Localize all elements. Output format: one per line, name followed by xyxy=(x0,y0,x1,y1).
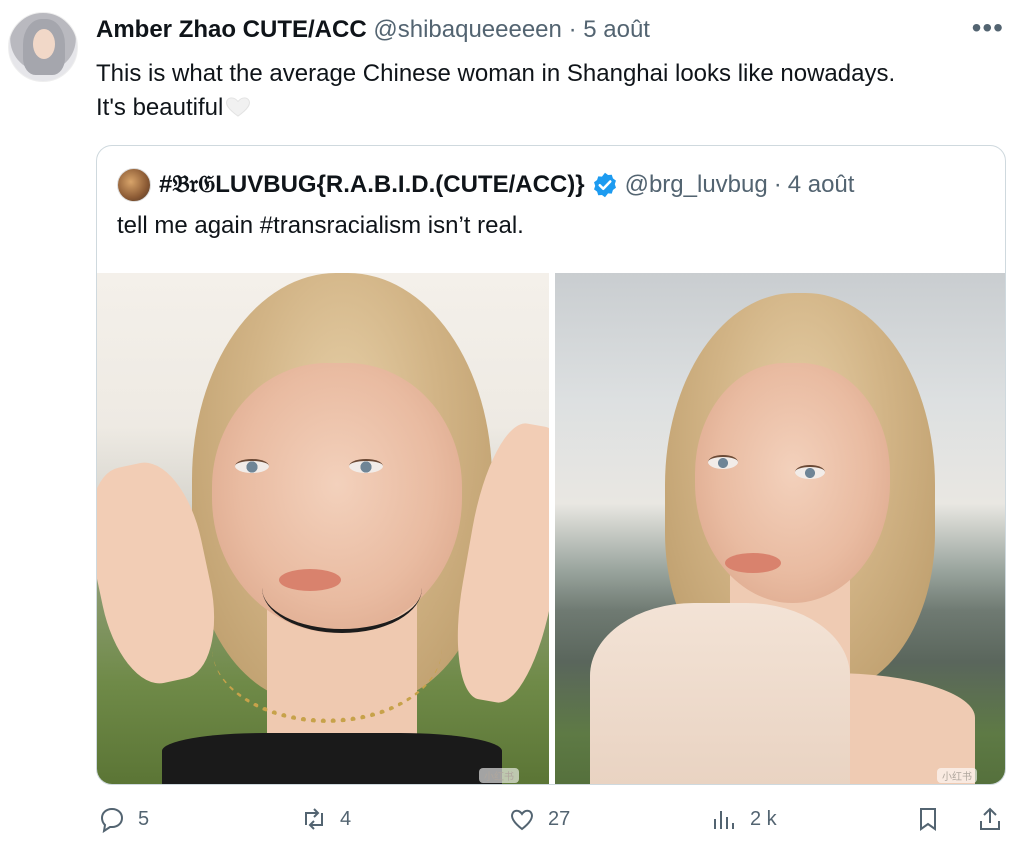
dark-top xyxy=(162,733,502,784)
views-count: 2 k xyxy=(750,807,777,830)
retweet-button[interactable]: 4 xyxy=(300,805,351,833)
author-name[interactable]: Amber Zhao CUTE/ACC xyxy=(96,16,367,43)
reply-button[interactable]: 5 xyxy=(98,805,149,833)
tweet-header: Amber Zhao CUTE/ACC @shibaqueeeeen · 5 a… xyxy=(96,14,650,46)
tweet-action-bar: 5 4 27 2 k xyxy=(0,805,1024,845)
tweet-date[interactable]: 5 août xyxy=(583,16,650,43)
avatar-face xyxy=(33,29,55,59)
quoted-photo-right[interactable]: 小红书 xyxy=(555,273,1005,784)
quoted-author-name[interactable]: #𝔅𝔯𝔊LUVBUG{R.A.B.I.D.(CUTE/ACC)} xyxy=(159,169,585,201)
retweet-count: 4 xyxy=(340,807,352,830)
lips xyxy=(725,553,781,573)
share-button[interactable] xyxy=(976,805,1004,833)
left-eye xyxy=(235,459,269,473)
tweet-text: This is what the average Chinese woman i… xyxy=(96,57,1006,125)
header-separator: · xyxy=(568,16,577,43)
bookmark-icon xyxy=(920,808,936,831)
retweet-icon xyxy=(305,808,323,830)
face xyxy=(695,363,890,603)
tweet-text-line2-container: It's beautiful xyxy=(96,91,1006,125)
quoted-author-avatar[interactable] xyxy=(117,168,151,202)
left-eye xyxy=(708,455,738,469)
bookmark-button[interactable] xyxy=(914,805,942,833)
quoted-photo-left[interactable]: 小红书 xyxy=(97,273,549,784)
quoted-author-handle[interactable]: @brg_luvbug xyxy=(625,169,768,201)
like-count: 27 xyxy=(548,807,571,830)
quoted-header-separator: · xyxy=(773,171,782,198)
photo-watermark: 小红书 xyxy=(479,768,519,783)
halter-dress xyxy=(590,603,850,784)
more-options-icon[interactable]: ••• xyxy=(972,12,1004,44)
heart-icon xyxy=(511,809,533,831)
tweet-text-line1: This is what the average Chinese woman i… xyxy=(96,60,896,87)
views-chart-icon xyxy=(714,811,734,829)
right-eye xyxy=(349,459,383,473)
author-handle[interactable]: @shibaqueeeeen xyxy=(373,16,562,43)
right-eye xyxy=(795,465,825,479)
quoted-tweet-date[interactable]: 4 août xyxy=(788,169,855,201)
views-button[interactable]: 2 k xyxy=(710,805,777,833)
share-icon xyxy=(980,807,1000,830)
tweet-text-line2: It's beautiful xyxy=(96,94,224,121)
chain-necklace xyxy=(212,573,442,723)
quoted-tweet-header: #𝔅𝔯𝔊LUVBUG{R.A.B.I.D.(CUTE/ACC)} @brg_lu… xyxy=(117,168,854,202)
quoted-tweet-card[interactable]: #𝔅𝔯𝔊LUVBUG{R.A.B.I.D.(CUTE/ACC)} @brg_lu… xyxy=(96,145,1006,785)
verified-badge-icon xyxy=(593,172,616,198)
author-avatar[interactable] xyxy=(8,12,78,82)
quoted-tweet-text: tell me again #transracialism isn’t real… xyxy=(117,212,524,239)
photo-watermark: 小红书 xyxy=(937,768,977,783)
like-button[interactable]: 27 xyxy=(508,805,570,833)
white-heart-emoji-icon xyxy=(226,97,251,117)
reply-icon xyxy=(100,807,124,833)
reply-count: 5 xyxy=(138,807,150,830)
